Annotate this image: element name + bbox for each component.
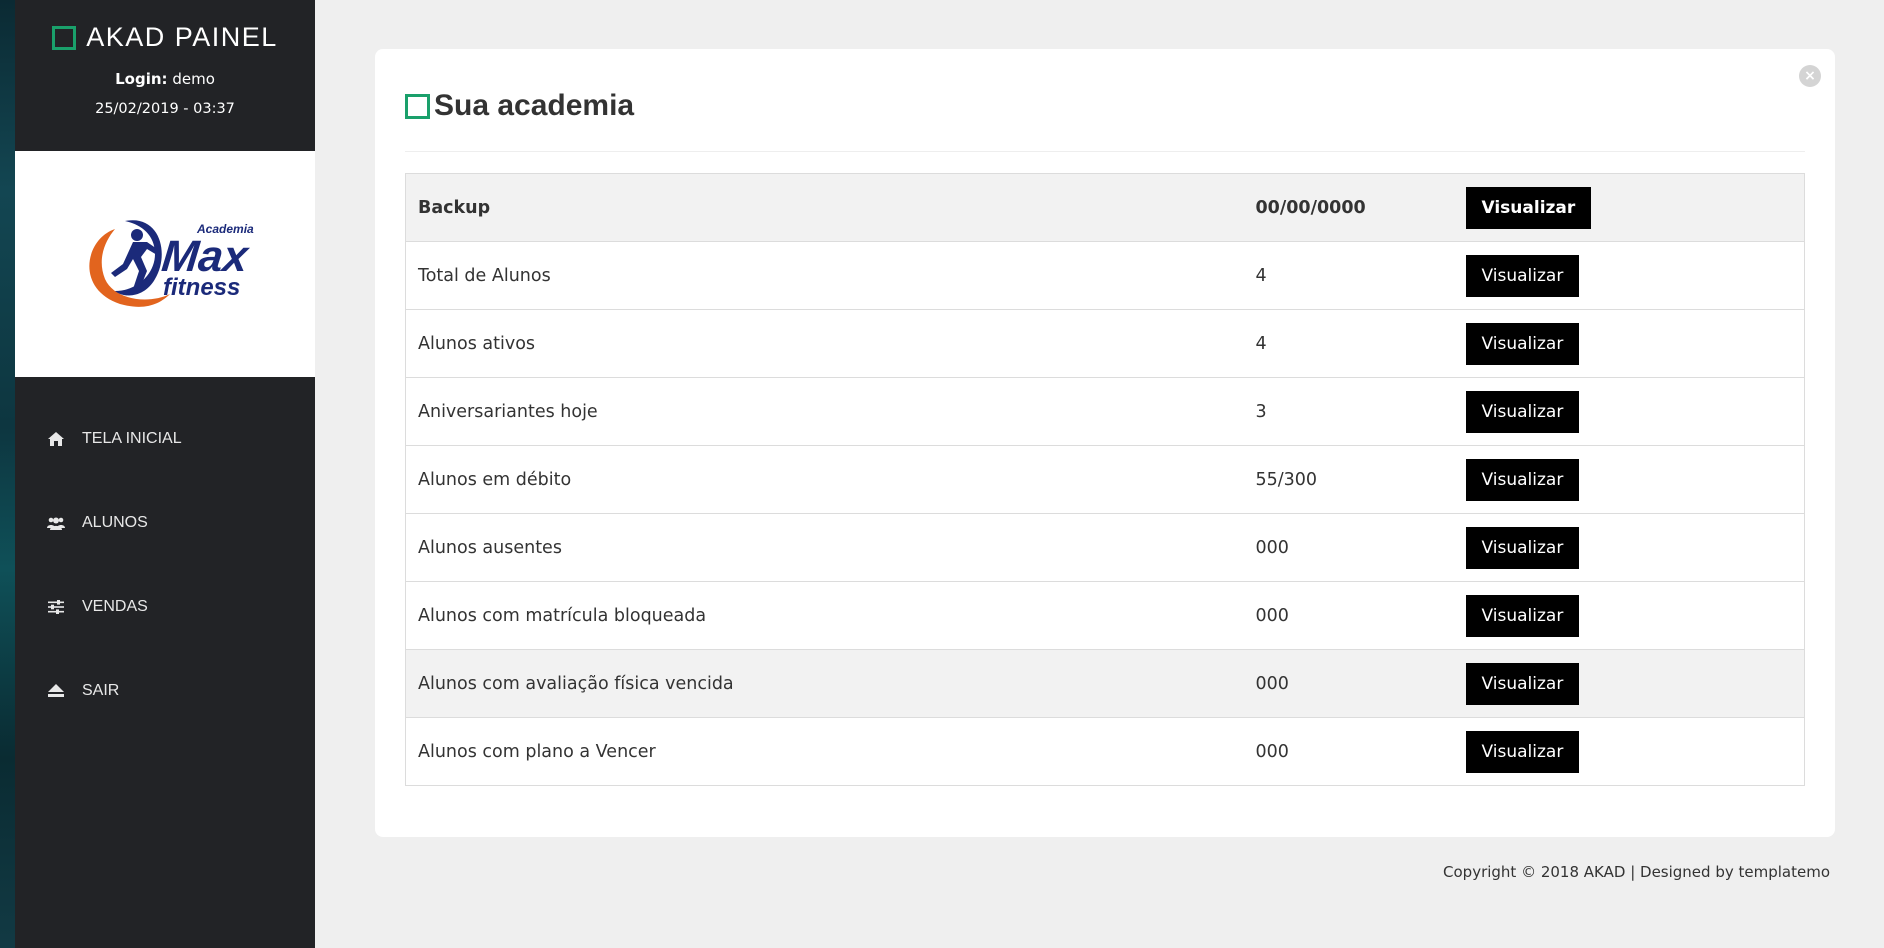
table-cell-label: Alunos ausentes	[405, 513, 1244, 582]
table-cell-label: Total de Alunos	[405, 241, 1244, 310]
table-cell-label: Alunos com plano a Vencer	[405, 717, 1244, 786]
backup-view-button[interactable]: Visualizar	[1465, 186, 1592, 229]
page-title: Sua academia	[405, 89, 634, 123]
table-cell-value: 4	[1243, 241, 1454, 310]
footer-copyright: Copyright © 2018 AKAD | Designed by temp…	[1443, 863, 1830, 881]
gym-logo: Academia Max fitness	[89, 220, 254, 307]
table-row: Alunos com plano a Vencer 000 Visualizar	[405, 717, 1805, 786]
login-info: Login: demo	[15, 70, 315, 88]
sidebar-item-tela-inicial[interactable]: TELA INICIAL	[15, 397, 315, 481]
table-cell-value: 4	[1243, 309, 1454, 378]
title-divider	[405, 151, 1805, 152]
view-button[interactable]: Visualizar	[1465, 322, 1580, 365]
table-row: Alunos com avaliação física vencida 000 …	[405, 649, 1805, 718]
table-cell-label: Aniversariantes hoje	[405, 377, 1244, 446]
login-user: demo	[172, 70, 215, 88]
view-button[interactable]: Visualizar	[1465, 594, 1580, 637]
view-button[interactable]: Visualizar	[1465, 458, 1580, 501]
sidebar-item-label: VENDAS	[82, 598, 148, 615]
table-cell-value: 55/300	[1243, 445, 1454, 514]
main-card: × Sua academia Backup 00/00/0000 Visuali…	[375, 49, 1835, 837]
table-cell-value: 000	[1243, 649, 1454, 718]
table-row: Alunos com matrícula bloqueada 000 Visua…	[405, 581, 1805, 650]
current-datetime: 25/02/2019 - 03:37	[95, 101, 235, 117]
sidebar-item-sair[interactable]: SAIR	[15, 649, 315, 733]
table-row: Alunos em débito 55/300 Visualizar	[405, 445, 1805, 514]
view-button[interactable]: Visualizar	[1465, 254, 1580, 297]
table-row: Alunos ativos 4 Visualizar	[405, 309, 1805, 378]
table-row: Total de Alunos 4 Visualizar	[405, 241, 1805, 310]
table-cell-value: 000	[1243, 513, 1454, 582]
table-row: Aniversariantes hoje 3 Visualizar	[405, 377, 1805, 446]
home-icon	[47, 430, 65, 448]
logo-sub-text: fitness	[163, 274, 240, 301]
page-title-text: Sua academia	[434, 89, 635, 122]
sidebar-nav: TELA INICIAL ALUNOS VENDAS SAIR	[15, 377, 315, 733]
square-icon	[52, 25, 77, 50]
users-icon	[47, 514, 65, 532]
close-icon[interactable]: ×	[1799, 65, 1821, 87]
eject-icon	[47, 682, 65, 700]
table-cell-label: Alunos com avaliação física vencida	[405, 649, 1244, 718]
table-cell-label: Alunos ativos	[405, 309, 1244, 378]
sidebar: AKAD PAINEL Login: demo 25/02/2019 - 03:…	[15, 0, 315, 948]
view-button[interactable]: Visualizar	[1465, 730, 1580, 773]
square-icon	[405, 93, 430, 119]
table-cell-value: 000	[1243, 581, 1454, 650]
table-row: Alunos ausentes 000 Visualizar	[405, 513, 1805, 582]
sliders-icon	[47, 598, 65, 616]
login-label: Login:	[115, 70, 168, 88]
brand-header: AKAD PAINEL Login: demo 25/02/2019 - 03:…	[15, 0, 315, 151]
table-cell-label: Alunos com matrícula bloqueada	[405, 581, 1244, 650]
table-header-row: Backup 00/00/0000 Visualizar	[405, 173, 1805, 242]
academy-summary-table: Backup 00/00/0000 Visualizar Total de Al…	[405, 173, 1805, 786]
app-title: AKAD PAINEL	[15, 22, 315, 53]
table-cell-value: 000	[1243, 717, 1454, 786]
sidebar-item-label: ALUNOS	[82, 514, 148, 531]
view-button[interactable]: Visualizar	[1465, 390, 1580, 433]
sidebar-item-vendas[interactable]: VENDAS	[15, 565, 315, 649]
app-title-text: AKAD PAINEL	[86, 22, 278, 52]
view-button[interactable]: Visualizar	[1465, 526, 1580, 569]
table-cell-value: 00/00/0000	[1243, 173, 1454, 242]
sidebar-item-label: TELA INICIAL	[82, 430, 182, 447]
table-cell-value: 3	[1243, 377, 1454, 446]
table-cell-label: Alunos em débito	[405, 445, 1244, 514]
sidebar-item-alunos[interactable]: ALUNOS	[15, 481, 315, 565]
sidebar-item-label: SAIR	[82, 682, 120, 699]
table-cell-label: Backup	[405, 173, 1244, 242]
gym-logo-panel: Academia Max fitness	[15, 151, 315, 377]
background-photo-edge	[0, 0, 15, 948]
view-button[interactable]: Visualizar	[1465, 662, 1580, 705]
